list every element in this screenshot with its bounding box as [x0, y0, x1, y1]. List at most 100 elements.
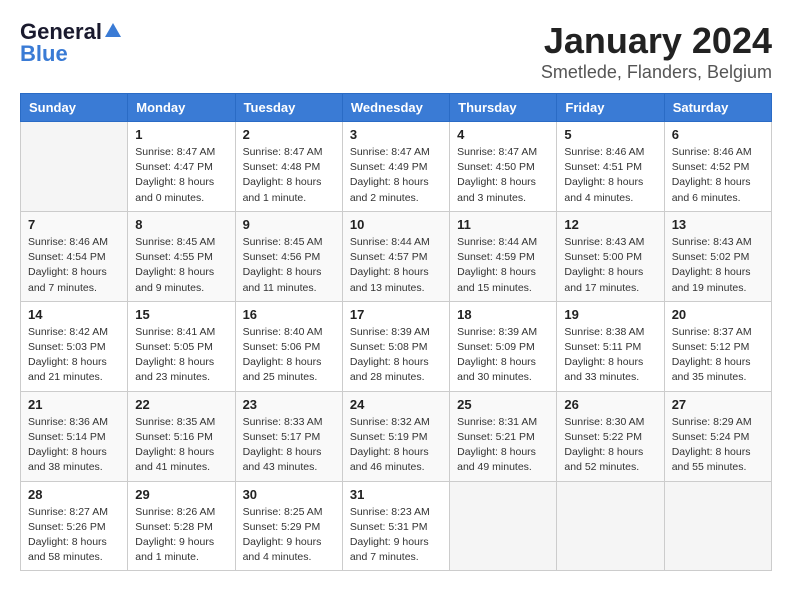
day-number: 28	[28, 487, 120, 502]
calendar-cell: 1Sunrise: 8:47 AMSunset: 4:47 PMDaylight…	[128, 122, 235, 212]
page-subtitle: Smetlede, Flanders, Belgium	[541, 62, 772, 83]
calendar-cell: 31 Sunrise: 8:23 AMSunset: 5:31 PMDayligh…	[342, 481, 449, 571]
calendar-cell: 12Sunrise: 8:43 AMSunset: 5:00 PMDayligh…	[557, 211, 664, 301]
calendar-cell: 10 Sunrise: 8:44 AMSunset: 4:57 PMDayligh…	[342, 211, 449, 301]
day-number: 20	[672, 307, 764, 322]
day-info: Sunrise: 8:35 AMSunset: 5:16 PMDaylight:…	[135, 415, 227, 476]
day-number: 18	[457, 307, 549, 322]
calendar-cell: 7 Sunrise: 8:46 AMSunset: 4:54 PMDaylight…	[21, 211, 128, 301]
calendar-cell: 15 Sunrise: 8:41 AMSunset: 5:05 PMDayligh…	[128, 301, 235, 391]
day-number: 4	[457, 127, 549, 142]
calendar-cell: 30Sunrise: 8:25 AMSunset: 5:29 PMDayligh…	[235, 481, 342, 571]
day-info: Sunrise: 8:47 AMSunset: 4:47 PMDaylight:…	[135, 145, 227, 206]
calendar-cell: 27 Sunrise: 8:29 AMSunset: 5:24 PMDayligh…	[664, 391, 771, 481]
col-sunday: Sunday	[21, 94, 128, 122]
day-info: Sunrise: 8:42 AMSunset: 5:03 PMDaylight:…	[28, 325, 120, 386]
day-number: 23	[243, 397, 335, 412]
day-info: Sunrise: 8:46 AMSunset: 4:51 PMDaylight:…	[564, 145, 656, 206]
day-info: Sunrise: 8:43 AMSunset: 5:02 PMDaylight:…	[672, 235, 764, 296]
day-number: 14	[28, 307, 120, 322]
day-number: 21	[28, 397, 120, 412]
calendar-cell	[21, 122, 128, 212]
calendar-header: Sunday Monday Tuesday Wednesday Thursday…	[21, 94, 772, 122]
day-info: Sunrise: 8:43 AMSunset: 5:00 PMDaylight:…	[564, 235, 656, 296]
calendar-table: Sunday Monday Tuesday Wednesday Thursday…	[20, 93, 772, 571]
day-number: 22	[135, 397, 227, 412]
day-number: 6	[672, 127, 764, 142]
day-number: 26	[564, 397, 656, 412]
day-info: Sunrise: 8:31 AMSunset: 5:21 PMDaylight:…	[457, 415, 549, 476]
page: General Blue January 2024 Smetlede, Flan…	[0, 0, 792, 581]
day-number: 2	[243, 127, 335, 142]
day-info: Sunrise: 8:46 AMSunset: 4:52 PMDaylight:…	[672, 145, 764, 206]
day-info: Sunrise: 8:39 AMSunset: 5:08 PMDaylight:…	[350, 325, 442, 386]
day-info: Sunrise: 8:47 AMSunset: 4:50 PMDaylight:…	[457, 145, 549, 206]
day-info: Sunrise: 8:45 AMSunset: 4:55 PMDaylight:…	[135, 235, 227, 296]
day-number: 24	[350, 397, 442, 412]
day-info: Sunrise: 8:38 AMSunset: 5:11 PMDaylight:…	[564, 325, 656, 386]
day-number: 13	[672, 217, 764, 232]
day-number: 10	[350, 217, 442, 232]
col-saturday: Saturday	[664, 94, 771, 122]
day-info: Sunrise: 8:47 AMSunset: 4:48 PMDaylight:…	[243, 145, 335, 206]
calendar-cell	[450, 481, 557, 571]
calendar-cell: 13 Sunrise: 8:43 AMSunset: 5:02 PMDayligh…	[664, 211, 771, 301]
day-number: 5	[564, 127, 656, 142]
day-number: 25	[457, 397, 549, 412]
col-tuesday: Tuesday	[235, 94, 342, 122]
day-number: 11	[457, 217, 549, 232]
day-number: 8	[135, 217, 227, 232]
calendar-cell	[664, 481, 771, 571]
page-title: January 2024	[541, 20, 772, 62]
day-number: 9	[243, 217, 335, 232]
calendar-cell: 17 Sunrise: 8:39 AMSunset: 5:08 PMDayligh…	[342, 301, 449, 391]
day-info: Sunrise: 8:44 AMSunset: 4:57 PMDaylight:…	[350, 235, 442, 296]
calendar-cell: 23 Sunrise: 8:33 AMSunset: 5:17 PMDayligh…	[235, 391, 342, 481]
day-number: 7	[28, 217, 120, 232]
calendar-cell: 19 Sunrise: 8:38 AMSunset: 5:11 PMDayligh…	[557, 301, 664, 391]
calendar-cell: 20Sunrise: 8:37 AMSunset: 5:12 PMDayligh…	[664, 301, 771, 391]
col-friday: Friday	[557, 94, 664, 122]
logo-blue-text: Blue	[20, 42, 68, 66]
day-number: 15	[135, 307, 227, 322]
day-info: Sunrise: 8:41 AMSunset: 5:05 PMDaylight:…	[135, 325, 227, 386]
calendar-cell: 21 Sunrise: 8:36 AMSunset: 5:14 PMDayligh…	[21, 391, 128, 481]
title-area: January 2024 Smetlede, Flanders, Belgium	[541, 20, 772, 83]
day-number: 3	[350, 127, 442, 142]
day-info: Sunrise: 8:29 AMSunset: 5:24 PMDaylight:…	[672, 415, 764, 476]
day-number: 31	[350, 487, 442, 502]
day-info: Sunrise: 8:33 AMSunset: 5:17 PMDaylight:…	[243, 415, 335, 476]
calendar-cell: 16Sunrise: 8:40 AMSunset: 5:06 PMDayligh…	[235, 301, 342, 391]
calendar-cell: 4 Sunrise: 8:47 AMSunset: 4:50 PMDaylight…	[450, 122, 557, 212]
calendar-cell: 3 Sunrise: 8:47 AMSunset: 4:49 PMDaylight…	[342, 122, 449, 212]
calendar-cell: 22 Sunrise: 8:35 AMSunset: 5:16 PMDayligh…	[128, 391, 235, 481]
day-info: Sunrise: 8:45 AMSunset: 4:56 PMDaylight:…	[243, 235, 335, 296]
calendar-cell: 29 Sunrise: 8:26 AMSunset: 5:28 PMDayligh…	[128, 481, 235, 571]
day-info: Sunrise: 8:36 AMSunset: 5:14 PMDaylight:…	[28, 415, 120, 476]
day-number: 19	[564, 307, 656, 322]
calendar-cell: 2 Sunrise: 8:47 AMSunset: 4:48 PMDaylight…	[235, 122, 342, 212]
header: General Blue January 2024 Smetlede, Flan…	[20, 20, 772, 83]
day-info: Sunrise: 8:30 AMSunset: 5:22 PMDaylight:…	[564, 415, 656, 476]
day-number: 17	[350, 307, 442, 322]
day-info: Sunrise: 8:46 AMSunset: 4:54 PMDaylight:…	[28, 235, 120, 296]
calendar-cell: 5 Sunrise: 8:46 AMSunset: 4:51 PMDaylight…	[557, 122, 664, 212]
col-wednesday: Wednesday	[342, 94, 449, 122]
calendar-cell: 8 Sunrise: 8:45 AMSunset: 4:55 PMDaylight…	[128, 211, 235, 301]
calendar-body: 1Sunrise: 8:47 AMSunset: 4:47 PMDaylight…	[21, 122, 772, 571]
logo: General Blue	[20, 20, 121, 66]
day-info: Sunrise: 8:47 AMSunset: 4:49 PMDaylight:…	[350, 145, 442, 206]
col-thursday: Thursday	[450, 94, 557, 122]
col-monday: Monday	[128, 94, 235, 122]
calendar-cell: 24Sunrise: 8:32 AMSunset: 5:19 PMDayligh…	[342, 391, 449, 481]
day-info: Sunrise: 8:27 AMSunset: 5:26 PMDaylight:…	[28, 505, 120, 566]
day-number: 27	[672, 397, 764, 412]
calendar-cell: 14 Sunrise: 8:42 AMSunset: 5:03 PMDayligh…	[21, 301, 128, 391]
day-info: Sunrise: 8:23 AMSunset: 5:31 PMDaylight:…	[350, 505, 442, 566]
calendar-cell: 11Sunrise: 8:44 AMSunset: 4:59 PMDayligh…	[450, 211, 557, 301]
day-info: Sunrise: 8:26 AMSunset: 5:28 PMDaylight:…	[135, 505, 227, 566]
calendar-cell: 28 Sunrise: 8:27 AMSunset: 5:26 PMDayligh…	[21, 481, 128, 571]
day-number: 30	[243, 487, 335, 502]
calendar-cell: 6 Sunrise: 8:46 AMSunset: 4:52 PMDaylight…	[664, 122, 771, 212]
day-number: 29	[135, 487, 227, 502]
